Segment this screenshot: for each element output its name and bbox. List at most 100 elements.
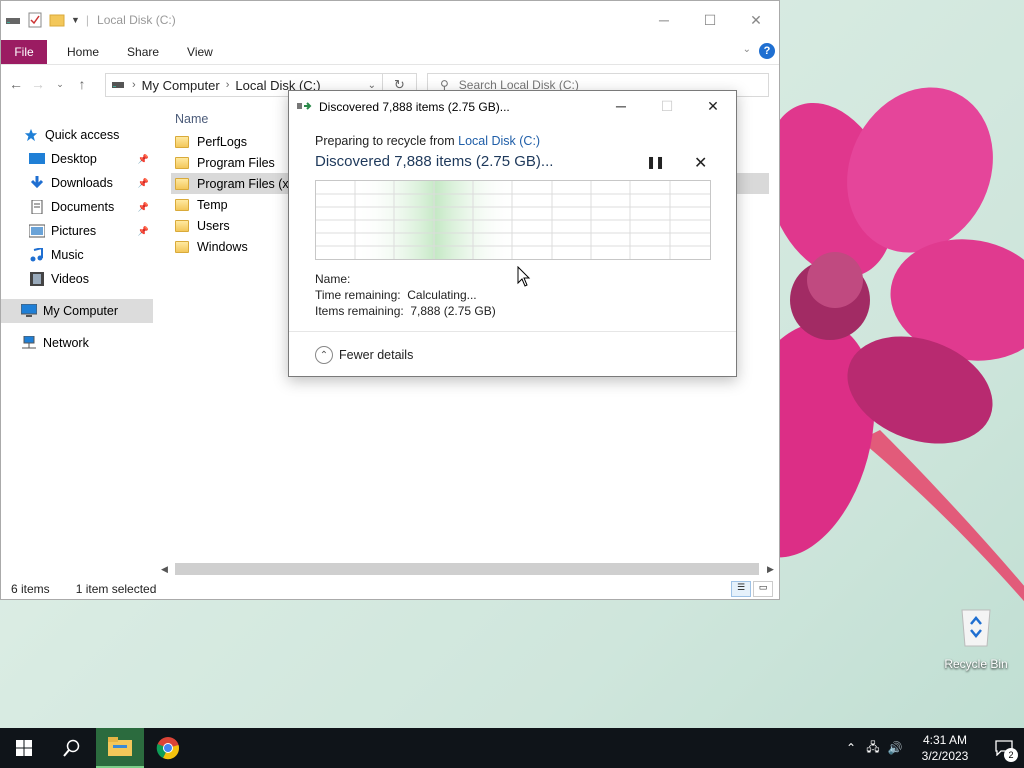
pin-icon[interactable]: 📌 <box>138 154 149 165</box>
chrome-icon <box>156 737 179 760</box>
videos-icon <box>30 272 44 286</box>
scroll-right-icon[interactable]: ▶ <box>767 564 774 575</box>
chevron-up-icon[interactable]: ⌃ <box>840 741 862 755</box>
star-icon <box>24 128 38 142</box>
nav-item-pictures[interactable]: Pictures 📌 <box>1 219 153 243</box>
qat-dropdown-icon[interactable]: ▼ <box>71 15 80 25</box>
items-remaining-value: 7,888 (2.75 GB) <box>410 304 496 318</box>
folder-icon <box>175 219 189 232</box>
item-count: 6 items <box>11 582 50 596</box>
breadcrumb-my-computer[interactable]: My Computer <box>142 78 220 93</box>
items-remaining-label: Items remaining: <box>315 304 404 318</box>
pictures-icon <box>29 224 45 238</box>
nav-label: Quick access <box>45 128 120 142</box>
tab-home[interactable]: Home <box>53 45 113 59</box>
fewer-details-button[interactable]: ⌃ Fewer details <box>315 346 413 364</box>
nav-label: Videos <box>51 272 89 286</box>
clock-time: 4:31 AM <box>922 733 968 747</box>
action-center-button[interactable]: 2 <box>984 728 1024 768</box>
progress-graph-svg <box>316 181 710 259</box>
music-icon <box>30 248 43 262</box>
file-name: Program Files <box>197 155 275 170</box>
minimize-button[interactable]: ─ <box>641 1 687 39</box>
pin-icon[interactable]: 📌 <box>138 202 149 213</box>
back-button[interactable]: ← <box>5 76 27 92</box>
time-remaining-value: Calculating... <box>407 288 477 302</box>
nav-item-network[interactable]: Network <box>1 331 153 355</box>
start-button[interactable] <box>0 728 48 768</box>
file-name: Windows <box>197 239 248 254</box>
windows-logo-icon <box>16 740 32 756</box>
large-icons-view-icon[interactable]: ▭ <box>753 581 773 597</box>
chevron-up-icon: ⌃ <box>315 346 333 364</box>
folder-icon <box>175 198 189 211</box>
taskbar-file-explorer[interactable] <box>96 728 144 768</box>
nav-item-music[interactable]: Music <box>1 243 153 267</box>
file-explorer-icon <box>108 737 132 756</box>
wallpaper-flower <box>740 87 1024 602</box>
cancel-button[interactable]: ✕ <box>694 153 707 173</box>
nav-label: My Computer <box>43 304 119 318</box>
taskbar-chrome[interactable] <box>144 728 192 768</box>
pin-icon[interactable]: 📌 <box>138 178 149 189</box>
documents-icon <box>31 200 43 214</box>
system-tray: ⌃ 🖧 🔊 4:31 AM 3/2/2023 2 <box>840 728 1024 768</box>
folder-icon <box>175 240 189 253</box>
nav-label: Downloads <box>51 176 113 190</box>
nav-item-videos[interactable]: Videos <box>1 267 153 291</box>
clock[interactable]: 4:31 AM 3/2/2023 <box>906 732 984 764</box>
source-link[interactable]: Local Disk (C:) <box>458 134 540 148</box>
volume-icon[interactable]: 🔊 <box>884 741 906 755</box>
help-button[interactable]: ? <box>759 43 775 59</box>
new-folder-icon[interactable] <box>49 12 65 28</box>
preparing-prefix: Preparing to recycle from <box>315 134 455 148</box>
scrollbar-thumb[interactable] <box>175 563 759 575</box>
address-dropdown-icon[interactable]: ⌄ <box>368 80 376 91</box>
delete-progress-dialog: Discovered 7,888 items (2.75 GB)... ─ ☐ … <box>288 90 737 377</box>
tab-share[interactable]: Share <box>113 45 173 59</box>
nav-item-downloads[interactable]: Downloads 📌 <box>1 171 153 195</box>
file-name: PerfLogs <box>197 134 248 149</box>
selection-count: 1 item selected <box>75 582 157 596</box>
forward-button[interactable]: → <box>27 76 49 92</box>
file-name: Users <box>197 218 230 233</box>
maximize-button[interactable]: ☐ <box>687 1 733 39</box>
folder-icon <box>175 135 189 148</box>
dialog-minimize-button[interactable]: ─ <box>598 91 644 121</box>
fewer-details-label: Fewer details <box>339 348 414 362</box>
dialog-titlebar: Discovered 7,888 items (2.75 GB)... ─ ☐ … <box>289 91 736 122</box>
progress-heading: Discovered 7,888 items (2.75 GB)... <box>315 153 554 170</box>
nav-item-quick-access[interactable]: Quick access <box>1 123 153 147</box>
close-button[interactable]: ✕ <box>733 1 779 39</box>
recycle-bin[interactable]: Recycle Bin <box>940 600 1012 671</box>
search-button[interactable] <box>48 728 96 768</box>
progress-details: Name: Time remaining: Calculating... Ite… <box>315 271 496 319</box>
pause-button[interactable]: ❚❚ <box>646 155 665 169</box>
nav-item-my-computer[interactable]: My Computer <box>1 299 153 323</box>
tab-file[interactable]: File <box>1 39 47 64</box>
recycle-progress-icon <box>297 101 312 110</box>
tab-view[interactable]: View <box>173 45 227 59</box>
pin-icon[interactable]: 📌 <box>138 226 149 237</box>
computer-icon <box>21 304 37 317</box>
up-button[interactable]: ↑ <box>71 76 93 92</box>
drive-icon[interactable] <box>5 12 21 28</box>
time-remaining-label: Time remaining: <box>315 288 401 302</box>
file-name: Temp <box>197 197 228 212</box>
horizontal-scrollbar[interactable]: ◀ ▶ <box>159 561 779 577</box>
expand-ribbon-icon[interactable]: ⌄ <box>743 44 751 55</box>
breadcrumb-separator: › <box>132 79 136 91</box>
recent-locations-button[interactable]: ⌄ <box>49 79 71 90</box>
scroll-left-icon[interactable]: ◀ <box>161 564 168 575</box>
taskbar: ⌃ 🖧 🔊 4:31 AM 3/2/2023 2 <box>0 728 1024 768</box>
clock-date: 3/2/2023 <box>921 749 969 763</box>
breadcrumb-separator: › <box>225 79 230 91</box>
nav-item-documents[interactable]: Documents 📌 <box>1 195 153 219</box>
dialog-close-button[interactable]: ✕ <box>690 91 736 121</box>
network-icon[interactable]: 🖧 <box>862 738 884 759</box>
mouse-cursor-icon <box>517 266 531 287</box>
window-title: Local Disk (C:) <box>97 13 176 27</box>
nav-item-desktop[interactable]: Desktop 📌 <box>1 147 153 171</box>
properties-icon[interactable] <box>27 12 43 28</box>
details-view-icon[interactable]: ☰ <box>731 581 751 597</box>
